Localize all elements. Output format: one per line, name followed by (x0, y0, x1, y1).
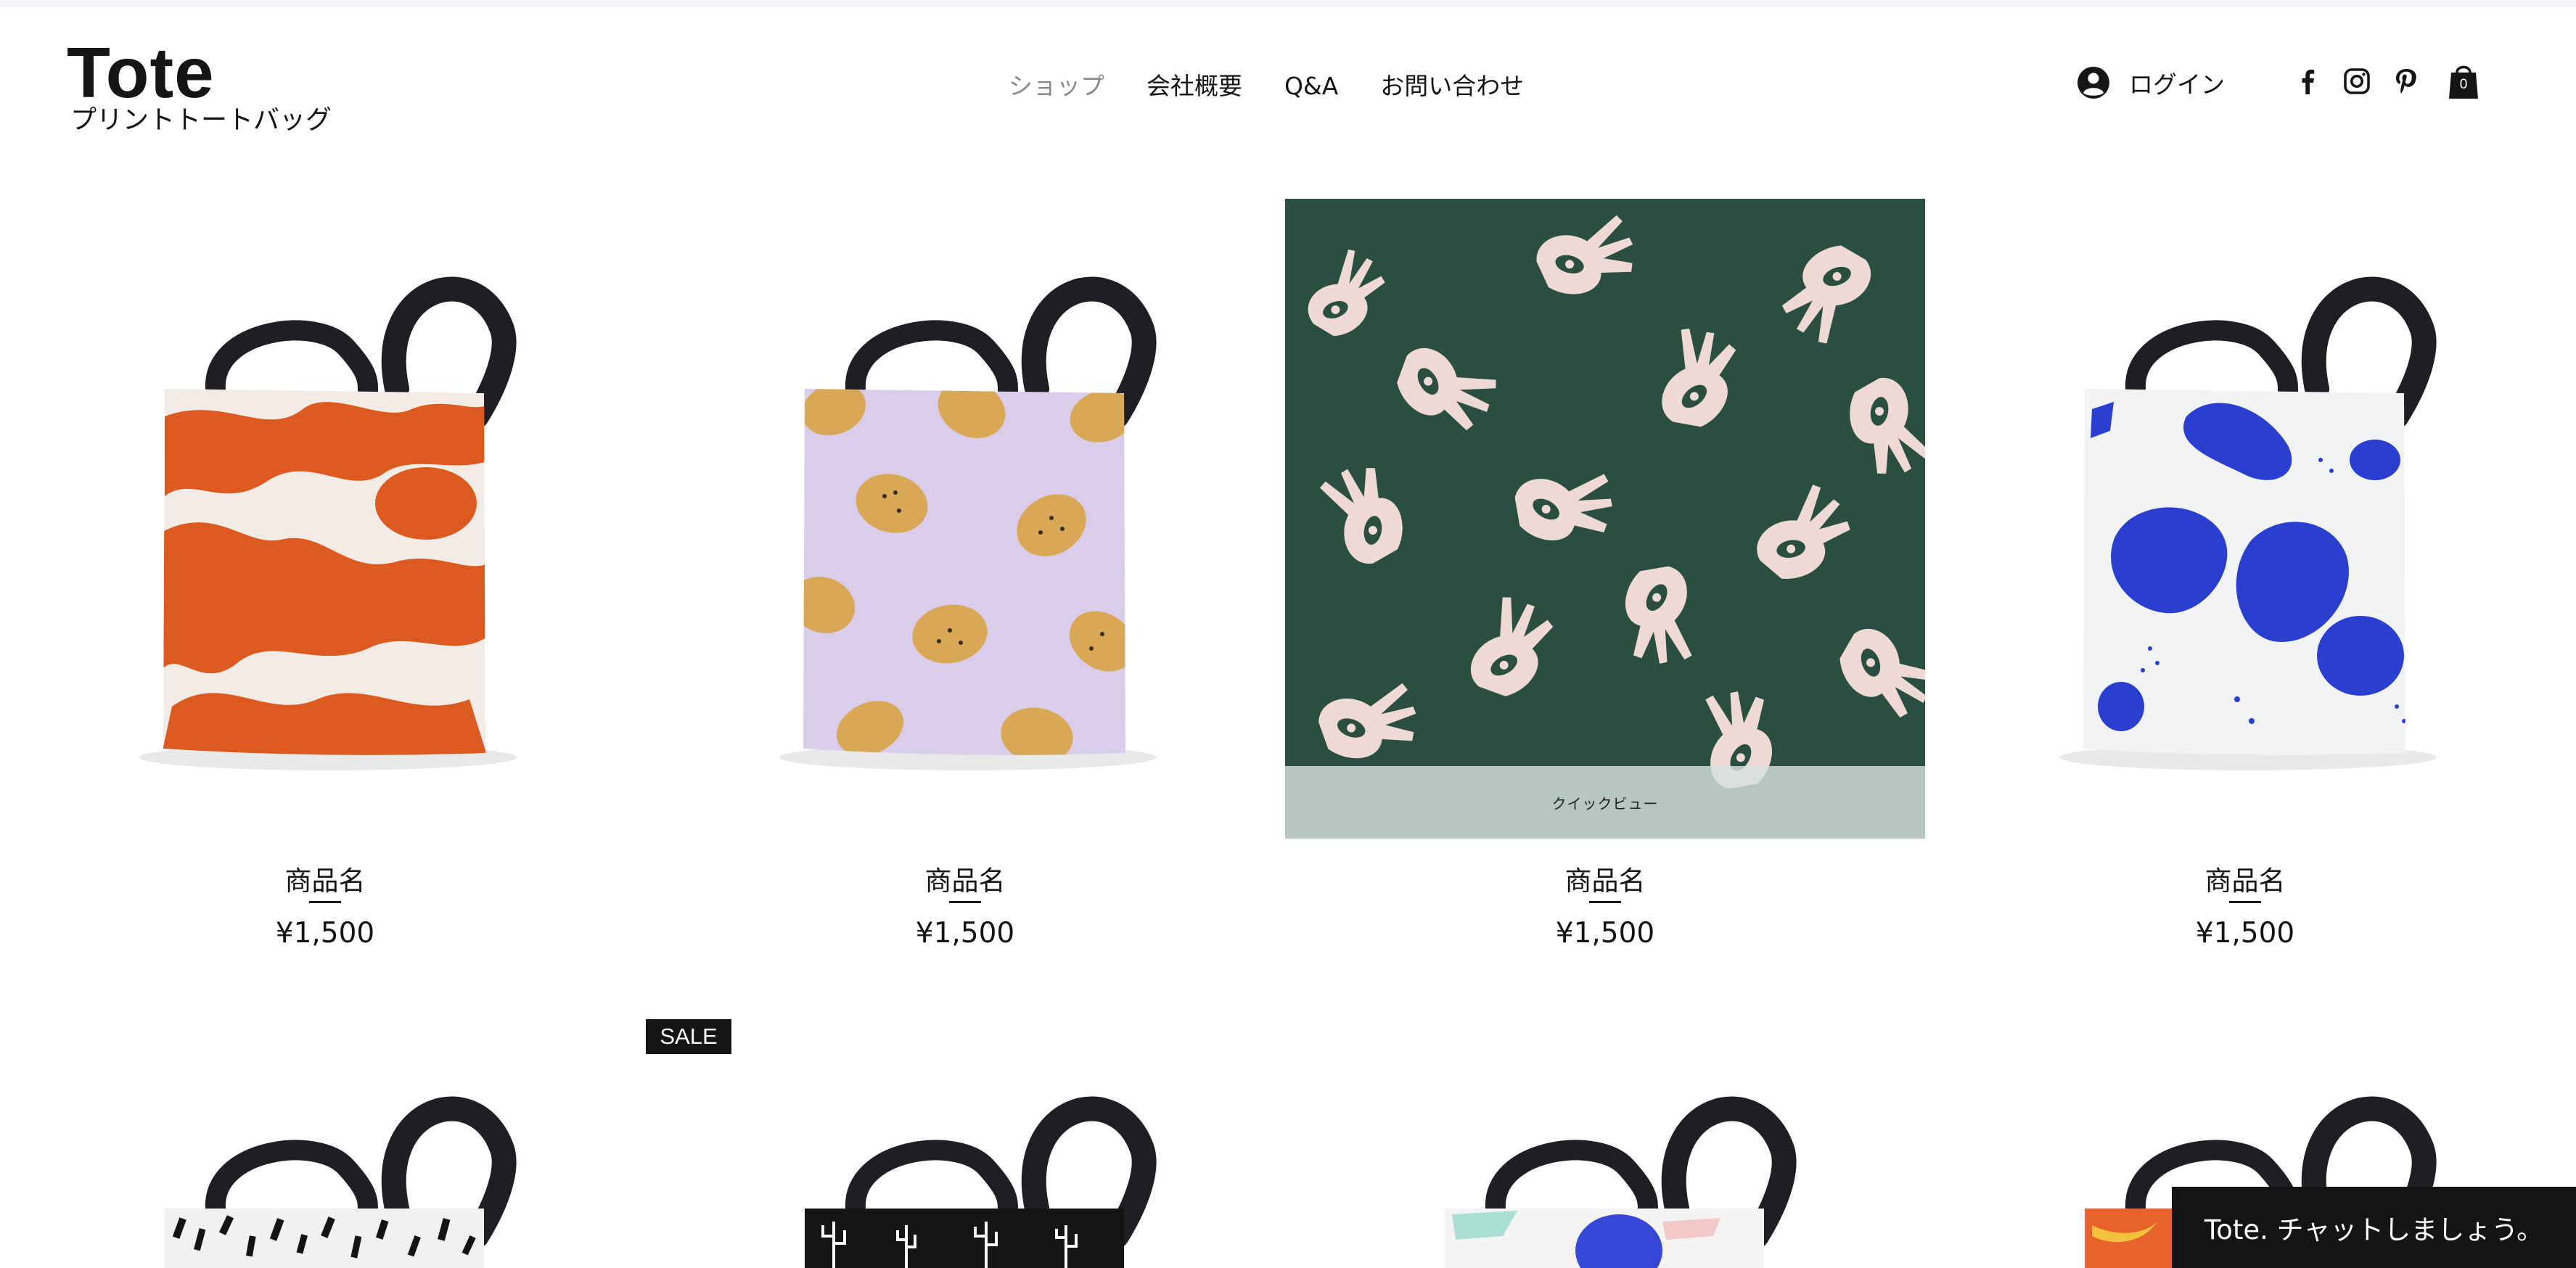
user-avatar-icon (2077, 67, 2109, 99)
product-card[interactable]: 商品名 ¥1,500 (645, 199, 1285, 960)
top-strip (0, 0, 2576, 7)
nav-item-about[interactable]: 会社概要 (1147, 67, 1242, 106)
product-image[interactable] (5, 1018, 645, 1268)
product-card[interactable]: 商品名 ¥1,500 (1925, 199, 2565, 960)
product-image[interactable] (645, 1018, 1285, 1268)
main-nav: ショップ 会社概要 Q&A お問い合わせ (1009, 67, 1566, 106)
product-card[interactable] (1285, 1018, 1925, 1268)
product-image[interactable] (5, 199, 645, 839)
tote-lemon-illustration (779, 276, 1157, 770)
quick-view-button[interactable]: クイックビュー (1285, 766, 1925, 839)
pinterest-icon[interactable] (2390, 65, 2422, 97)
instagram-icon[interactable] (2341, 65, 2373, 97)
login-label: ログイン (2129, 70, 2225, 99)
product-card[interactable] (5, 1018, 645, 1268)
cart-button[interactable]: 0 (2447, 61, 2480, 102)
nav-item-qa[interactable]: Q&A (1284, 67, 1338, 106)
product-price: ¥1,500 (275, 917, 375, 950)
product-name[interactable]: 商品名 (1285, 859, 1925, 898)
cart-count: 0 (2459, 77, 2468, 92)
sale-badge: SALE (646, 1019, 731, 1054)
site-tagline: プリントトートバッグ (70, 105, 332, 135)
chat-button[interactable]: Tote. チャットしましょう。 (2172, 1187, 2576, 1268)
product-name[interactable]: 商品名 (645, 859, 1285, 898)
product-price: ¥1,500 (1555, 917, 1655, 950)
tote-black-dabs-illustration (165, 1096, 517, 1268)
facebook-icon[interactable] (2292, 65, 2323, 97)
product-name[interactable]: 商品名 (1925, 859, 2565, 898)
quick-view-label: クイックビュー (1551, 794, 1659, 812)
product-price: ¥1,500 (2195, 917, 2295, 950)
tote-orange-illustration (139, 276, 517, 770)
tote-cactus-illustration (805, 1096, 1157, 1268)
nav-item-shop[interactable]: ショップ (1009, 67, 1104, 106)
tote-blue-illustration (2059, 276, 2437, 770)
product-image[interactable] (1925, 199, 2565, 839)
price-divider (309, 901, 341, 903)
tote-pastel-illustration (1445, 1096, 1797, 1268)
product-name[interactable]: 商品名 (5, 859, 645, 898)
site-logo[interactable]: Tote (67, 29, 215, 116)
price-divider (1589, 901, 1621, 903)
nav-item-contact[interactable]: お問い合わせ (1380, 67, 1524, 106)
product-card[interactable] (645, 1018, 1285, 1268)
hands-pattern-illustration (1285, 199, 1925, 839)
product-card[interactable]: クイックビュー 商品名 ¥1,500 (1285, 199, 1925, 960)
product-image[interactable]: クイックビュー (1285, 199, 1925, 839)
price-divider (949, 901, 981, 903)
product-price: ¥1,500 (915, 917, 1015, 950)
product-image[interactable] (645, 199, 1285, 839)
product-image[interactable] (1285, 1018, 1925, 1268)
page: Tote プリントトートバッグ ショップ 会社概要 Q&A お問い合わせ ログイ… (0, 0, 2576, 1268)
login-button[interactable]: ログイン (2077, 64, 2225, 102)
product-card[interactable]: 商品名 ¥1,500 (5, 199, 645, 960)
price-divider (2229, 901, 2261, 903)
